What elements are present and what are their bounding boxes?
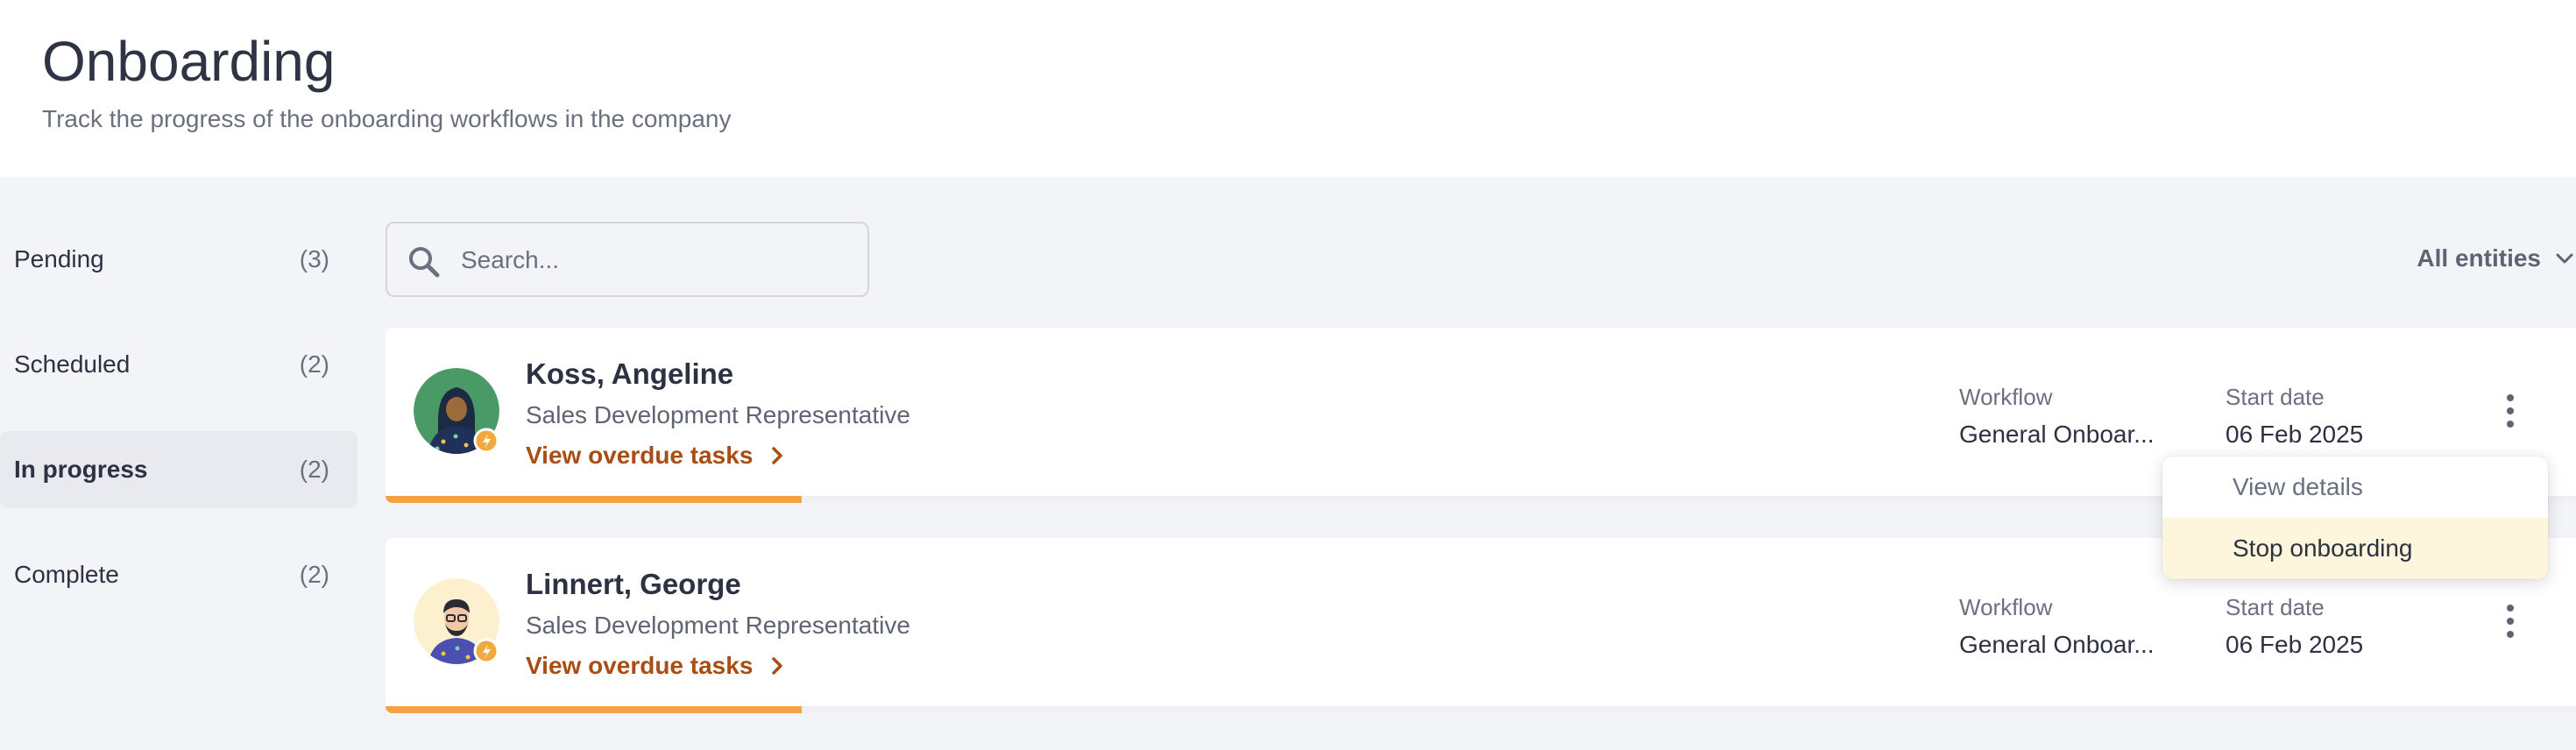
entity-filter-dropdown[interactable]: All entities	[2417, 237, 2576, 280]
start-date-value: 06 Feb 2025	[2226, 421, 2364, 448]
search-box	[386, 222, 869, 297]
sidebar-item-count: (3)	[299, 245, 329, 272]
sidebar-item-label: Complete	[14, 561, 119, 588]
view-overdue-tasks-link[interactable]: View overdue tasks	[526, 438, 786, 473]
search-input[interactable]	[459, 236, 848, 285]
avatar	[414, 368, 499, 454]
view-overdue-tasks-link[interactable]: View overdue tasks	[526, 648, 786, 683]
search-icon	[409, 247, 440, 278]
workflow-value: General Onboar...	[1959, 421, 2155, 448]
menu-item-label: Stop onboarding	[2233, 534, 2413, 562]
start-date-label: Start date	[2226, 594, 2325, 620]
sidebar-item-label: In progress	[14, 456, 148, 483]
employee-role: Sales Development Representative	[526, 401, 910, 428]
progress-track	[386, 706, 2576, 713]
card-options-menu: View details Stop onboarding	[2162, 456, 2548, 579]
sidebar-item-in-progress[interactable]: In progress (2)	[0, 431, 357, 508]
employee-name: Koss, Angeline	[526, 357, 734, 390]
page-subtitle: Track the progress of the onboarding wor…	[42, 105, 732, 132]
employee-name: Linnert, George	[526, 568, 741, 600]
view-details-menu-item[interactable]: View details	[2162, 456, 2548, 518]
start-date-label: Start date	[2226, 384, 2325, 410]
more-options-icon[interactable]	[2497, 389, 2523, 433]
chevron-right-icon	[772, 657, 783, 675]
chevron-down-icon	[2556, 253, 2573, 264]
stop-onboarding-menu-item[interactable]: Stop onboarding	[2162, 518, 2548, 579]
sidebar-item-scheduled[interactable]: Scheduled (2)	[0, 326, 357, 403]
workflow-label: Workflow	[1959, 594, 2053, 620]
sidebar-item-count: (2)	[299, 350, 329, 378]
view-overdue-tasks-label: View overdue tasks	[526, 442, 754, 469]
page-header: Onboarding Track the progress of the onb…	[0, 0, 2576, 177]
view-overdue-tasks-label: View overdue tasks	[526, 652, 754, 679]
progress-bar-fill	[386, 706, 802, 713]
sidebar-item-count: (2)	[299, 561, 329, 588]
sidebar-item-pending[interactable]: Pending (3)	[0, 221, 357, 298]
workflow-value: General Onboar...	[1959, 631, 2155, 658]
sidebar-item-complete[interactable]: Complete (2)	[0, 536, 357, 613]
chevron-right-icon	[772, 447, 783, 464]
workflow-label: Workflow	[1959, 384, 2053, 410]
entity-filter-label: All entities	[2417, 244, 2541, 272]
sidebar-item-count: (2)	[299, 456, 329, 483]
sidebar-item-label: Scheduled	[14, 350, 131, 378]
avatar	[414, 578, 499, 664]
more-options-icon[interactable]	[2497, 599, 2523, 643]
employee-role: Sales Development Representative	[526, 612, 910, 639]
start-date-value: 06 Feb 2025	[2226, 631, 2364, 658]
menu-item-label: View details	[2233, 473, 2363, 500]
sidebar-item-label: Pending	[14, 245, 104, 272]
page-title: Onboarding	[42, 30, 336, 93]
progress-bar-fill	[386, 496, 802, 503]
